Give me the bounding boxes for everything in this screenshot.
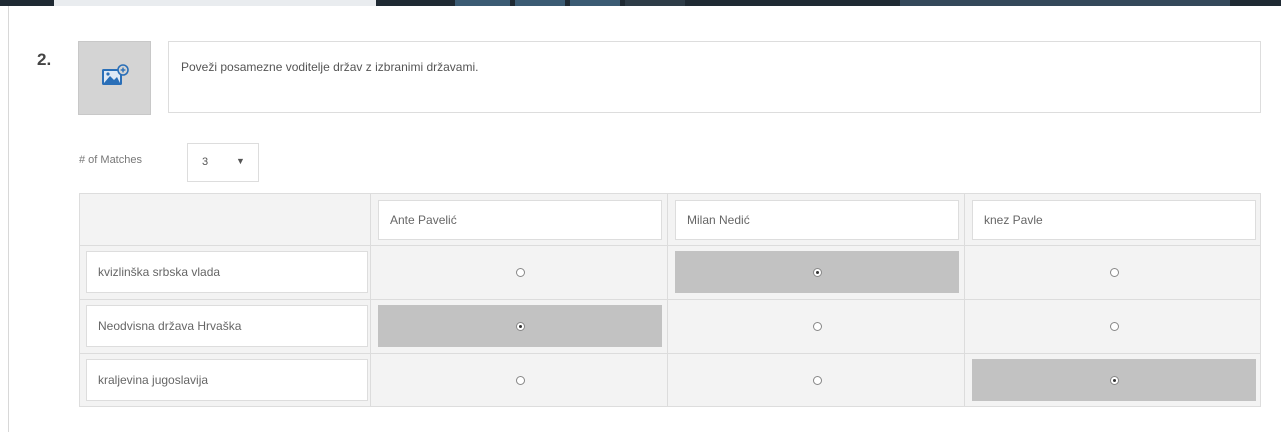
grid-line	[667, 194, 668, 406]
match-radio-cell[interactable]	[378, 359, 662, 401]
top-input-edge	[54, 0, 376, 6]
chevron-down-icon: ▼	[236, 156, 245, 166]
top-thumbnail	[570, 0, 620, 6]
radio-button[interactable]	[515, 321, 525, 331]
row-label-text: kraljevina jugoslavija	[98, 373, 209, 387]
radio-button[interactable]	[812, 375, 822, 385]
column-header-input[interactable]: Milan Nedić	[675, 200, 959, 240]
question-number: 2.	[37, 50, 52, 69]
radio-button[interactable]	[515, 267, 525, 277]
match-radio-cell[interactable]	[675, 359, 959, 401]
column-header-input[interactable]: knez Pavle	[972, 200, 1256, 240]
matches-label: # of Matches	[79, 154, 142, 166]
row-label-text: kvizlinška srbska vlada	[98, 265, 221, 279]
column-header-text: Milan Nedić	[687, 213, 750, 227]
grid-line	[80, 353, 1260, 354]
column-header-text: knez Pavle	[984, 213, 1043, 227]
radio-button[interactable]	[1109, 375, 1119, 385]
row-label-text: Neodvisna država Hrvaška	[98, 319, 242, 333]
radio-button[interactable]	[1109, 321, 1119, 331]
matches-count-select[interactable]: 3 ▼	[187, 143, 259, 182]
top-thumbnail	[900, 0, 1230, 6]
match-radio-cell[interactable]	[972, 359, 1256, 401]
top-thumbnail	[625, 0, 685, 6]
top-toolbar-strip	[0, 0, 1281, 6]
radio-button[interactable]	[812, 267, 822, 277]
match-radio-cell[interactable]	[378, 305, 662, 347]
match-radio-cell[interactable]	[378, 251, 662, 293]
column-header-input[interactable]: Ante Pavelić	[378, 200, 662, 240]
grid-line	[370, 194, 371, 406]
grid-line	[80, 245, 1260, 246]
matches-count-value: 3	[202, 156, 209, 168]
top-thumbnail	[455, 0, 510, 6]
question-text-input[interactable]: Poveži posamezne voditelje držav z izbra…	[168, 41, 1261, 113]
match-radio-cell[interactable]	[675, 305, 959, 347]
match-radio-cell[interactable]	[972, 251, 1256, 293]
grid-line	[80, 299, 1260, 300]
radio-button[interactable]	[515, 375, 525, 385]
row-label-input[interactable]: Neodvisna država Hrvaška	[86, 305, 368, 347]
column-header-text: Ante Pavelić	[390, 213, 457, 227]
row-label-input[interactable]: kraljevina jugoslavija	[86, 359, 368, 401]
panel-left-border	[8, 6, 9, 432]
top-thumbnail	[515, 0, 565, 6]
match-radio-cell[interactable]	[675, 251, 959, 293]
image-add-icon	[100, 63, 130, 94]
radio-button[interactable]	[1109, 267, 1119, 277]
row-label-input[interactable]: kvizlinška srbska vlada	[86, 251, 368, 293]
grid-line	[964, 194, 965, 406]
match-radio-cell[interactable]	[972, 305, 1256, 347]
matching-grid: Ante Pavelić Milan Nedić knez Pavle kviz…	[79, 193, 1261, 407]
add-image-button[interactable]	[78, 41, 151, 115]
radio-button[interactable]	[812, 321, 822, 331]
question-text: Poveži posamezne voditelje držav z izbra…	[181, 60, 479, 74]
